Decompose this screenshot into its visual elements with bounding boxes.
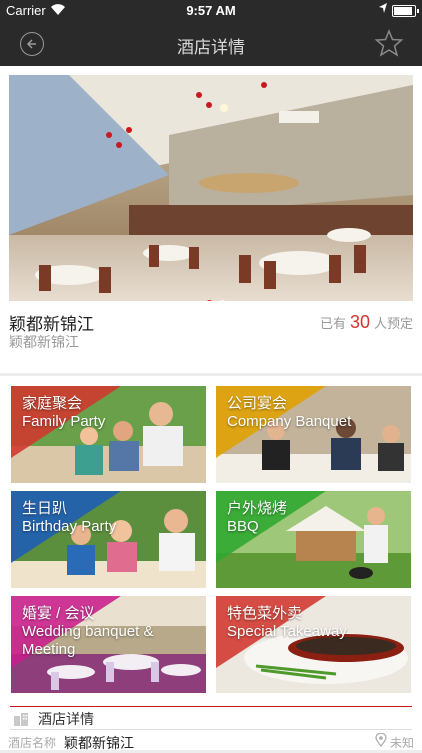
location-value[interactable]: 未知 — [390, 734, 414, 751]
page-title: 酒店详情 — [177, 38, 245, 57]
clock: 9:57 AM — [186, 3, 236, 18]
tile-label-en: Wedding banquet & Meeting — [22, 623, 154, 658]
event-category-grid: 家庭聚会 Family Party 公司宴会 Company Banquet 生日趴… — [0, 376, 422, 706]
hotel-detail-section-header: 酒店详情 — [0, 706, 422, 730]
tile-label-en: Special Takeaway — [227, 623, 347, 640]
carousel-dot-active[interactable] — [206, 300, 213, 301]
carousel-dot[interactable] — [219, 300, 226, 301]
hotel-photo-carousel[interactable] — [9, 75, 413, 301]
category-tile-wedding-meeting[interactable]: 婚宴 / 会议 Wedding banquet & Meeting — [11, 596, 206, 693]
category-tile-birthday-party[interactable]: 生日趴 Birthday Party — [11, 491, 206, 588]
hotel-name-row: 酒店名称 颖都新锦江 未知 — [0, 730, 422, 752]
star-icon — [374, 29, 404, 57]
location-arrow-icon — [378, 2, 388, 17]
category-tile-family-party[interactable]: 家庭聚会 Family Party — [11, 386, 206, 483]
tile-label-en: BBQ — [227, 518, 259, 535]
category-tile-special-takeaway[interactable]: 特色菜外卖 Special Takeaway — [216, 596, 411, 693]
section-divider — [10, 706, 412, 707]
battery-icon — [392, 5, 419, 17]
hotel-subtitle: 颖都新锦江 — [9, 334, 79, 350]
nav-bar: 酒店详情 — [0, 20, 422, 66]
tile-label-cn: 婚宴 / 会议 — [22, 605, 95, 622]
hotel-name-value: 颖都新锦江 — [64, 735, 134, 751]
tile-label-en: Birthday Party — [22, 518, 117, 535]
tile-label-cn: 公司宴会 — [227, 395, 288, 412]
hotel-name-key: 酒店名称 — [8, 736, 57, 750]
category-tile-bbq[interactable]: 户外烧烤 BBQ — [216, 491, 411, 588]
status-bar: Carrier 9:57 AM — [0, 0, 422, 20]
booked-prefix: 已有 — [319, 316, 346, 331]
booked-suffix: 人预定 — [373, 316, 413, 331]
booking-count: 已有 30 人预定 — [320, 312, 413, 333]
hotel-card: 颖都新锦江 颖都新锦江 已有 30 人预定 — [0, 66, 422, 373]
location-pin-icon[interactable] — [375, 732, 387, 752]
tile-label-en: Family Party — [22, 413, 106, 430]
tile-label-cn: 生日趴 — [22, 500, 68, 517]
carousel-indicator — [206, 294, 232, 301]
tile-label-en: Company Banquet — [227, 413, 352, 430]
category-tile-company-banquet[interactable]: 公司宴会 Company Banquet — [216, 386, 411, 483]
section-title: 酒店详情 — [38, 711, 94, 727]
restaurant-photo — [9, 75, 413, 301]
booked-number: 30 — [349, 312, 370, 332]
favorite-star-button[interactable] — [374, 29, 404, 62]
tile-label-cn: 家庭聚会 — [22, 395, 83, 412]
tile-label-cn: 特色菜外卖 — [227, 605, 303, 622]
tile-label-cn: 户外烧烤 — [227, 500, 288, 517]
